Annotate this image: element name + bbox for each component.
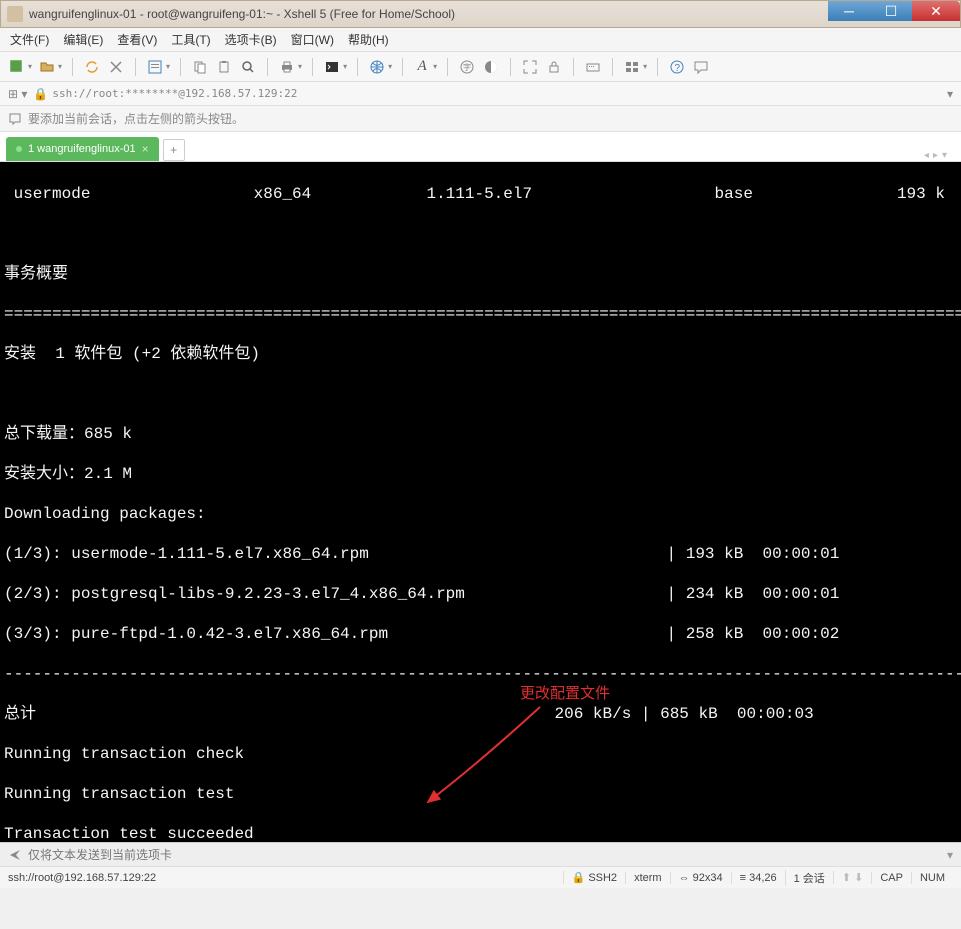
chat-icon[interactable]: [692, 58, 710, 76]
hint-icon: [8, 112, 22, 126]
menu-edit[interactable]: 编辑(E): [63, 31, 103, 48]
input-bar: 仅将文本发送到当前选项卡 ▾: [0, 842, 961, 866]
status-term: xterm: [625, 872, 670, 884]
terminal-line: 安装 1 软件包 (+2 依赖软件包): [4, 345, 260, 363]
terminal-line: 总计 206 kB/s | 685 kB 00:00:03: [4, 705, 814, 723]
status-ssh: 🔒 SSH2: [563, 871, 626, 884]
svg-text:?: ?: [675, 63, 681, 74]
open-icon[interactable]: [38, 58, 56, 76]
session-tab[interactable]: 1 wangruifenglinux-01 ×: [6, 137, 159, 161]
terminal-line: Running transaction test: [4, 785, 234, 803]
tab-next[interactable]: ▸: [933, 150, 938, 161]
status-connection: ssh://root@192.168.57.129:22: [8, 872, 563, 884]
menubar: 文件(F) 编辑(E) 查看(V) 工具(T) 选项卡(B) 窗口(W) 帮助(…: [0, 28, 961, 52]
globe-icon[interactable]: [368, 58, 386, 76]
terminal-line: 安装大小：2.1 M: [4, 465, 132, 483]
status-pos: ≡ 34,26: [731, 872, 785, 884]
terminal-line: Downloading packages:: [4, 505, 206, 523]
hint-text: 要添加当前会话，点击左侧的箭头按钮。: [28, 110, 244, 127]
terminal-line: ========================================…: [4, 305, 961, 323]
new-tab-button[interactable]: +: [163, 139, 185, 161]
statusbar: ssh://root@192.168.57.129:22 🔒 SSH2 xter…: [0, 866, 961, 888]
terminal-line: (2/3): postgresql-libs-9.2.23-3.el7_4.x8…: [4, 585, 839, 603]
copy-icon[interactable]: [191, 58, 209, 76]
terminal-line: (1/3): usermode-1.111-5.el7.x86_64.rpm |…: [4, 545, 839, 563]
terminal[interactable]: usermode x86_64 1.111-5.el7 base 193 k 事…: [0, 162, 961, 842]
terminal-line: ----------------------------------------…: [4, 665, 961, 683]
svg-text:字: 字: [463, 62, 471, 72]
lock-icon[interactable]: [545, 58, 563, 76]
terminal-line: Transaction test succeeded: [4, 825, 254, 842]
hint-bar: 要添加当前会话，点击左侧的箭头按钮。: [0, 106, 961, 132]
tab-prev[interactable]: ◂: [924, 150, 929, 161]
find-icon[interactable]: [239, 58, 257, 76]
encoding-icon[interactable]: 字: [458, 58, 476, 76]
terminal-line: usermode x86_64 1.111-5.el7 base 193 k: [4, 185, 945, 203]
annotation-arrow: [420, 702, 560, 812]
tab-list[interactable]: ▾: [942, 150, 947, 161]
terminal-icon[interactable]: [323, 58, 341, 76]
titlebar: wangruifenglinux-01 - root@wangruifeng-0…: [0, 0, 961, 28]
tab-close-icon[interactable]: ×: [142, 142, 149, 156]
terminal-line: 总下载量：685 k: [4, 425, 132, 443]
app-icon: [7, 6, 23, 22]
toolbar: ▾ ▾ ▾ ▾ ▾ ▾ A▾ 字 ▾ ?: [0, 52, 961, 82]
addressbar-history[interactable]: ▾: [947, 87, 953, 101]
connection-status-icon: [16, 146, 22, 152]
status-size: ⇔ 92x34: [670, 872, 731, 884]
terminal-line: 事务概要: [4, 265, 68, 283]
menu-file[interactable]: 文件(F): [10, 31, 49, 48]
input-dropdown[interactable]: ▾: [947, 848, 953, 862]
disconnect-icon[interactable]: [107, 58, 125, 76]
layout-icon[interactable]: [623, 58, 641, 76]
menu-tabs[interactable]: 选项卡(B): [225, 31, 277, 48]
print-icon[interactable]: [278, 58, 296, 76]
window-title: wangruifenglinux-01 - root@wangruifeng-0…: [29, 7, 954, 21]
menu-view[interactable]: 查看(V): [117, 31, 157, 48]
tabbar: 1 wangruifenglinux-01 × + ◂ ▸ ▾: [0, 132, 961, 162]
close-button[interactable]: ✕: [912, 1, 960, 21]
font-icon[interactable]: A: [413, 58, 431, 76]
status-arrows: ⬆ ⬇: [833, 871, 872, 884]
status-num: NUM: [911, 872, 953, 884]
status-sessions: 1 会话: [785, 870, 833, 886]
tab-nav: ◂ ▸ ▾: [924, 150, 955, 161]
tab-label: 1 wangruifenglinux-01: [28, 143, 136, 155]
fullscreen-icon[interactable]: [521, 58, 539, 76]
address-url[interactable]: ssh://root:********@192.168.57.129:22: [52, 87, 947, 100]
menu-tools[interactable]: 工具(T): [171, 31, 210, 48]
menu-window[interactable]: 窗口(W): [291, 31, 334, 48]
addressbar-dropdown[interactable]: ⊞ ▾: [8, 87, 27, 101]
color-icon[interactable]: [482, 58, 500, 76]
status-cap: CAP: [871, 872, 911, 884]
input-placeholder[interactable]: 仅将文本发送到当前选项卡: [28, 846, 172, 863]
addressbar: ⊞ ▾ 🔒 ssh://root:********@192.168.57.129…: [0, 82, 961, 106]
minimize-button[interactable]: ─: [828, 1, 870, 21]
lock-status-icon: 🔒: [33, 87, 48, 101]
send-icon[interactable]: [8, 848, 22, 862]
window-controls: ─ ☐ ✕: [828, 1, 960, 21]
terminal-line: Running transaction check: [4, 745, 244, 763]
reconnect-icon[interactable]: [83, 58, 101, 76]
properties-icon[interactable]: [146, 58, 164, 76]
new-session-icon[interactable]: [8, 58, 26, 76]
help-icon[interactable]: ?: [668, 58, 686, 76]
keyboard-icon[interactable]: [584, 58, 602, 76]
ssh-icon: 🔒: [572, 872, 589, 884]
menu-help[interactable]: 帮助(H): [348, 31, 389, 48]
maximize-button[interactable]: ☐: [870, 1, 912, 21]
annotation-text: 更改配置文件: [520, 684, 610, 704]
terminal-line: (3/3): pure-ftpd-1.0.42-3.el7.x86_64.rpm…: [4, 625, 839, 643]
paste-icon[interactable]: [215, 58, 233, 76]
